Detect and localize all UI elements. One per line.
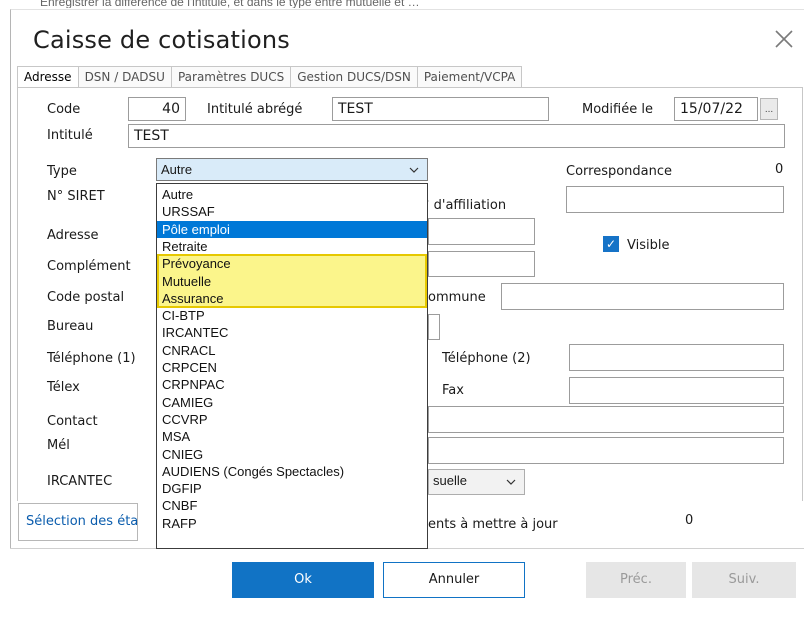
- code-field[interactable]: 40: [128, 97, 186, 121]
- dialog-title: Caisse de cotisations: [33, 26, 291, 54]
- tab-paiement-vcpa[interactable]: Paiement/VCPA: [417, 66, 523, 88]
- type-option[interactable]: Pôle emploi: [157, 220, 427, 238]
- code-label: Code: [47, 102, 81, 117]
- phone2-label: Téléphone (2): [442, 351, 531, 366]
- type-option[interactable]: AUDIENS (Congés Spectacles): [157, 463, 427, 480]
- type-select-value: Autre: [161, 162, 193, 177]
- type-option[interactable]: URSSAF: [157, 203, 427, 220]
- visible-checkbox[interactable]: ✓: [603, 236, 619, 252]
- modified-date-field[interactable]: 15/07/22: [674, 97, 758, 121]
- complement-field[interactable]: [428, 251, 535, 277]
- type-option[interactable]: DGFIP: [157, 480, 427, 497]
- prev-button[interactable]: Préc.: [586, 562, 686, 598]
- contact-label: Contact: [47, 414, 98, 429]
- chevron-down-icon: [506, 479, 516, 485]
- type-option[interactable]: Prévoyance: [157, 255, 427, 272]
- cancel-button[interactable]: Annuler: [383, 562, 525, 598]
- ircantec-label: IRCANTEC: [47, 474, 113, 489]
- mel-field[interactable]: [428, 437, 784, 464]
- mel-label: Mél: [47, 438, 70, 453]
- type-option[interactable]: RAFP: [157, 515, 427, 532]
- tab-bar: Adresse DSN / DADSU Paramètres DUCS Gest…: [17, 66, 523, 88]
- type-option[interactable]: IRCANTEC: [157, 324, 427, 341]
- close-icon[interactable]: [773, 28, 795, 50]
- bureau-field[interactable]: [428, 314, 440, 340]
- postal-code-label: Code postal: [47, 290, 125, 305]
- complement-label: Complément: [47, 259, 131, 274]
- type-dropdown-list: Autre URSSAF Pôle emploi Retraite Prévoyance…: [156, 183, 428, 549]
- commune-label: ommune: [428, 290, 486, 305]
- type-option[interactable]: CRPNPAC: [157, 376, 427, 393]
- phone1-label: Téléphone (1): [47, 351, 136, 366]
- ok-button[interactable]: Ok: [232, 562, 374, 598]
- type-option[interactable]: Retraite: [157, 238, 427, 255]
- type-option[interactable]: CNIEG: [157, 446, 427, 463]
- type-option[interactable]: Assurance: [157, 290, 427, 307]
- date-picker-button[interactable]: ...: [760, 98, 778, 120]
- type-select[interactable]: Autre: [156, 158, 428, 181]
- adresse-field[interactable]: [428, 218, 535, 245]
- correspondance-label: Correspondance: [566, 164, 673, 179]
- type-option[interactable]: CAMIEG: [157, 394, 427, 411]
- tab-gestion-ducs-dsn[interactable]: Gestion DUCS/DSN: [291, 66, 418, 88]
- fax-label: Fax: [442, 383, 464, 398]
- type-option[interactable]: Autre: [157, 186, 427, 203]
- siret-label: N° SIRET: [47, 189, 105, 204]
- frequency-select[interactable]: suelle: [428, 469, 525, 495]
- type-option[interactable]: MSA: [157, 428, 427, 445]
- dialog-footer: Ok Annuler Préc. Suiv.: [10, 548, 804, 637]
- fax-field[interactable]: [569, 377, 784, 404]
- phone2-field[interactable]: [569, 344, 784, 371]
- frequency-select-value: suelle: [433, 473, 467, 488]
- adresse-label: Adresse: [47, 228, 99, 243]
- contact-field[interactable]: [428, 406, 784, 433]
- update-count-value: 0: [685, 513, 694, 528]
- modified-label: Modifiée le: [582, 102, 653, 117]
- tab-dsn-dadsu[interactable]: DSN / DADSU: [78, 66, 172, 88]
- telex-label: Télex: [47, 380, 80, 395]
- update-count-label: ents à mettre à jour: [428, 517, 558, 532]
- type-option[interactable]: Mutuelle: [157, 273, 427, 290]
- correspondance-value: 0: [775, 162, 784, 177]
- commune-field[interactable]: [501, 283, 784, 310]
- affiliation-field[interactable]: [566, 186, 784, 213]
- type-label: Type: [47, 164, 77, 179]
- type-option[interactable]: CNBF: [157, 497, 427, 514]
- type-option[interactable]: CRPCEN: [157, 359, 427, 376]
- short-title-label: Intitulé abrégé: [207, 102, 303, 117]
- select-establishments-button[interactable]: Sélection des établissements: [18, 503, 138, 541]
- type-option[interactable]: CI-BTP: [157, 307, 427, 324]
- visible-label: Visible: [627, 238, 670, 253]
- short-title-field[interactable]: TEST: [332, 97, 549, 121]
- tab-parametres-ducs[interactable]: Paramètres DUCS: [171, 66, 292, 88]
- bureau-label: Bureau: [47, 319, 94, 334]
- intitule-label: Intitulé: [47, 128, 93, 143]
- tab-adresse[interactable]: Adresse: [17, 66, 79, 88]
- type-option[interactable]: CCVRP: [157, 411, 427, 428]
- next-button[interactable]: Suiv.: [692, 562, 796, 598]
- type-option[interactable]: CNRACL: [157, 342, 427, 359]
- chevron-down-icon: [409, 167, 419, 173]
- affiliation-label: ° d'affiliation: [423, 198, 507, 213]
- clipped-header-text: Enregistrer la différence de l'intitulé,…: [40, 0, 420, 8]
- intitule-field[interactable]: TEST: [128, 124, 785, 148]
